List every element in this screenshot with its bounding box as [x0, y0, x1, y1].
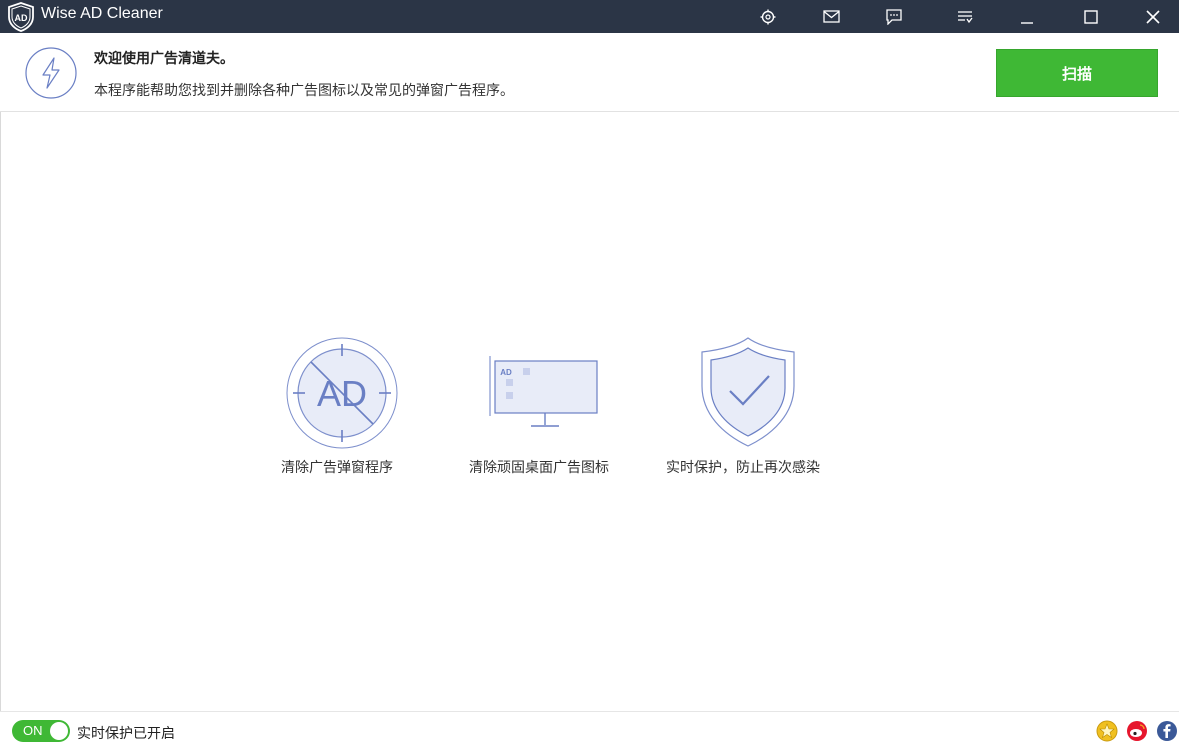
- shield-check-icon: [701, 337, 795, 447]
- svg-text:AD: AD: [317, 373, 367, 414]
- lightning-icon: [25, 47, 77, 99]
- main-panel: AD 清除广告弹窗程序 AD 清除顽固桌面广告图标 实时保护，防止再次感染: [0, 112, 1179, 711]
- menu-button[interactable]: [953, 0, 977, 33]
- realtime-protection-toggle[interactable]: ON: [12, 720, 70, 742]
- feature-label: 实时保护，防止再次感染: [666, 460, 820, 476]
- maximize-button[interactable]: [1076, 0, 1106, 33]
- skin-icon: [760, 9, 776, 24]
- ad-remove-icon: AD: [286, 337, 398, 449]
- status-bar: ON 实时保护已开启: [0, 711, 1179, 747]
- mail-button[interactable]: [819, 0, 843, 33]
- title-bar: AD Wise AD Cleaner: [0, 0, 1179, 33]
- svg-text:AD: AD: [15, 13, 28, 23]
- app-title: Wise AD Cleaner: [41, 5, 163, 22]
- feature-remove-popups: AD 清除广告弹窗程序: [277, 336, 407, 476]
- feedback-button[interactable]: [882, 0, 906, 33]
- scan-button[interactable]: 扫描: [996, 49, 1158, 97]
- weibo-icon[interactable]: [1126, 720, 1148, 742]
- svg-text:AD: AD: [500, 368, 512, 377]
- feedback-icon: [886, 8, 902, 25]
- app-logo-icon: AD: [8, 2, 34, 32]
- protection-status-text: 实时保护已开启: [77, 726, 175, 742]
- desktop-icon: AD: [489, 356, 598, 427]
- minimize-icon: [1021, 21, 1033, 24]
- close-icon: [1146, 9, 1160, 24]
- facebook-icon[interactable]: [1156, 720, 1178, 742]
- welcome-description: 本程序能帮助您找到并删除各种广告图标以及常见的弹窗广告程序。: [94, 83, 514, 99]
- feature-realtime-protection: 实时保护，防止再次感染: [663, 336, 837, 476]
- minimize-button[interactable]: [1012, 0, 1042, 33]
- menu-icon: [958, 10, 973, 23]
- welcome-title: 欢迎使用广告清道夫。: [94, 51, 234, 67]
- welcome-header: 欢迎使用广告清道夫。 本程序能帮助您找到并删除各种广告图标以及常见的弹窗广告程序…: [0, 33, 1179, 112]
- rate-icon[interactable]: [1096, 720, 1118, 742]
- close-button[interactable]: [1138, 0, 1168, 33]
- maximize-icon: [1084, 9, 1098, 24]
- toggle-label: ON: [23, 723, 43, 738]
- feature-label: 清除广告弹窗程序: [281, 460, 393, 476]
- mail-icon: [822, 10, 840, 23]
- skin-button[interactable]: [756, 0, 780, 33]
- feature-label: 清除顽固桌面广告图标: [469, 460, 609, 476]
- feature-remove-desktop-icons: AD 清除顽固桌面广告图标: [469, 348, 629, 476]
- toggle-knob: [50, 722, 68, 740]
